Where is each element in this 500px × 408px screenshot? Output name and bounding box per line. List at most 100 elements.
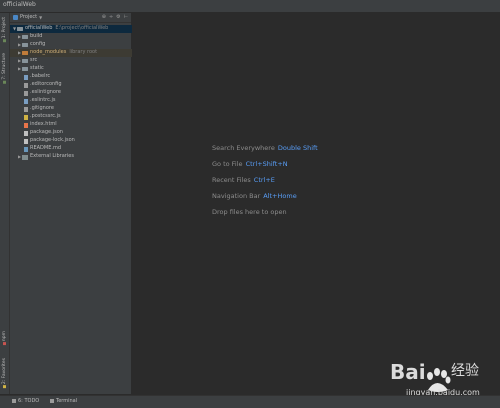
tab-project[interactable]: 1: Project — [1, 17, 8, 43]
hint-search-everywhere: Search Everywhere Double Shift — [212, 144, 318, 152]
hint-shortcut: Ctrl+E — [253, 176, 275, 184]
tree-item-eslintrc[interactable]: .eslintrc.js — [10, 97, 145, 105]
js-file-icon — [24, 114, 28, 120]
tab-npm[interactable]: npm — [1, 331, 8, 346]
collapse-icon[interactable]: ÷ — [109, 14, 113, 20]
tree-item-external-libraries[interactable]: ▶ External Libraries — [10, 153, 138, 161]
tree-item-label: .eslintignore — [30, 89, 61, 96]
hint-label: Recent Files — [212, 176, 251, 184]
tree-item-package-lock[interactable]: package-lock.json — [10, 137, 145, 145]
tree-item-node-modules[interactable]: ▶ node_modules library root — [10, 49, 138, 57]
tree-item-build[interactable]: ▶ build — [10, 33, 138, 41]
html-file-icon — [24, 122, 28, 128]
hint-shortcut: Ctrl+Shift+N — [245, 160, 288, 168]
tree-item-label: .eslintrc.js — [30, 97, 56, 104]
folder-icon — [22, 67, 28, 71]
project-panel: Project ▼ ⊕ ÷ ⚙ ⊢ ▼ officialWeb E:\proje… — [10, 13, 138, 394]
hide-icon[interactable]: ⊢ — [124, 14, 128, 20]
tree-item-index-html[interactable]: index.html — [10, 121, 145, 129]
json-file-icon — [24, 130, 28, 136]
todo-tab[interactable]: 6: TODO — [12, 398, 39, 404]
tree-item-gitignore[interactable]: .gitignore — [10, 105, 145, 113]
tab-project-label: 1: Project — [2, 17, 7, 39]
hint-shortcut: Alt+Home — [263, 192, 297, 200]
file-icon — [24, 106, 28, 112]
file-icon — [24, 82, 28, 88]
star-icon — [3, 385, 6, 389]
window-title: officialWeb — [3, 1, 36, 8]
project-view-label: Project — [20, 14, 38, 20]
tree-item-label: package-lock.json — [30, 137, 75, 144]
hint-label: Drop files here to open — [212, 208, 287, 216]
tree-item-label: .gitignore — [30, 105, 54, 112]
excluded-folder-icon — [22, 51, 28, 55]
hint-drop-files: Drop files here to open — [212, 208, 287, 216]
gear-icon[interactable]: ⚙ — [116, 14, 120, 20]
chevron-down-icon: ▼ — [39, 14, 43, 20]
todo-label: 6: TODO — [18, 398, 40, 404]
markdown-file-icon — [24, 146, 28, 152]
tree-item-eslintignore[interactable]: .eslintignore — [10, 89, 145, 97]
project-view-selector[interactable]: Project ▼ — [13, 14, 42, 20]
hint-recent-files: Recent Files Ctrl+E — [212, 176, 275, 184]
root-path: E:\project\officialWeb — [55, 25, 109, 32]
tree-item-label: README.md — [30, 145, 62, 152]
locate-icon[interactable]: ⊕ — [102, 14, 106, 20]
status-bar: 6: TODO Terminal — [0, 395, 500, 408]
library-root-note: library root — [69, 49, 98, 56]
project-panel-header: Project ▼ ⊕ ÷ ⚙ ⊢ — [10, 13, 131, 23]
tree-item-label: .postcssrc.js — [30, 113, 61, 120]
tree-item-static[interactable]: ▶ static — [10, 65, 138, 73]
npm-icon — [3, 342, 6, 346]
tree-item-package-json[interactable]: package.json — [10, 129, 145, 137]
hint-label: Navigation Bar — [212, 192, 261, 200]
tree-item-postcssrc[interactable]: .postcssrc.js — [10, 113, 145, 121]
hint-shortcut: Double Shift — [277, 144, 318, 152]
folder-icon — [22, 59, 28, 63]
tree-item-editorconfig[interactable]: .editorconfig — [10, 81, 145, 89]
watermark-brand: Bai — [390, 360, 426, 384]
library-icon — [22, 154, 28, 160]
tree-item-src[interactable]: ▶ src — [10, 57, 138, 65]
tree-item-config[interactable]: ▶ config — [10, 41, 138, 49]
terminal-tab[interactable]: Terminal — [50, 398, 77, 404]
tree-item-label: src — [30, 57, 38, 64]
structure-icon — [3, 80, 6, 84]
file-icon — [24, 90, 28, 96]
project-view-icon — [13, 14, 18, 20]
hint-go-to-file: Go to File Ctrl+Shift+N — [212, 160, 288, 168]
tree-item-label: static — [30, 65, 44, 72]
root-name: officialWeb — [25, 25, 53, 32]
tree-root[interactable]: ▼ officialWeb E:\project\officialWeb — [10, 25, 133, 33]
tree-item-babelrc[interactable]: .babelrc — [10, 73, 145, 81]
tree-item-label: index.html — [30, 121, 57, 128]
tree-item-label: External Libraries — [30, 153, 74, 160]
tree-item-label: .editorconfig — [30, 81, 62, 88]
tab-favorites-label: 2: Favorites — [2, 358, 7, 385]
hint-navigation-bar: Navigation Bar Alt+Home — [212, 192, 297, 200]
tab-favorites[interactable]: 2: Favorites — [1, 358, 8, 389]
tree-item-readme[interactable]: README.md — [10, 145, 145, 153]
terminal-icon — [50, 399, 54, 403]
tab-structure[interactable]: 7: Structure — [1, 53, 8, 84]
panel-toolbar: ⊕ ÷ ⚙ ⊢ — [102, 14, 128, 20]
title-bar: officialWeb — [0, 0, 500, 13]
todo-icon — [12, 399, 16, 403]
watermark-suffix: 经验 — [451, 363, 479, 379]
tree-item-label: node_modules — [30, 49, 67, 56]
tab-structure-label: 7: Structure — [2, 53, 7, 80]
json-file-icon — [24, 138, 28, 144]
folder-icon — [22, 35, 28, 39]
eslint-file-icon — [24, 98, 28, 104]
tab-npm-label: npm — [2, 331, 7, 342]
terminal-label: Terminal — [56, 398, 78, 404]
config-file-icon — [24, 74, 28, 80]
editor-area[interactable] — [132, 13, 500, 394]
folder-icon — [17, 27, 23, 31]
hint-label: Search Everywhere — [212, 144, 275, 152]
left-tool-strip: 1: Project 7: Structure npm 2: Favorites — [0, 13, 10, 394]
project-icon — [3, 39, 6, 43]
tree-item-label: package.json — [30, 129, 63, 136]
hint-label: Go to File — [212, 160, 243, 168]
tree-item-label: config — [30, 41, 46, 48]
